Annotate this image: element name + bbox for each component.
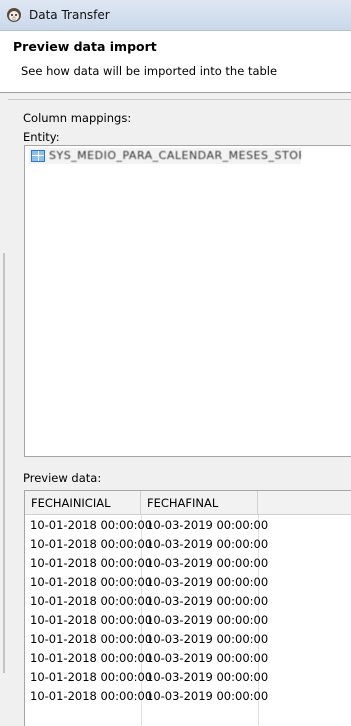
grid-body: 10-01-2018 00:00:00 10-03-2019 00:00:00 1… — [25, 516, 351, 706]
table-row[interactable]: 10-01-2018 00:00:00 10-03-2019 00:00:00 — [25, 516, 351, 535]
entity-label: Entity: — [23, 130, 60, 144]
column-header-fechafinal[interactable]: FECHAFINAL — [141, 491, 258, 515]
window-title: Data Transfer — [29, 8, 110, 22]
table-row[interactable]: 10-01-2018 00:00:00 10-03-2019 00:00:00 — [25, 535, 351, 554]
column-header-empty — [258, 491, 351, 515]
divider — [8, 99, 351, 100]
cell-fechafinal[interactable]: 10-03-2019 00:00:00 — [141, 573, 268, 592]
grid-header: FECHAINICIAL FECHAFINAL — [25, 491, 351, 515]
cell-fechainicial[interactable]: 10-01-2018 00:00:00 — [25, 554, 152, 573]
page-subtitle: See how data will be imported into the t… — [21, 64, 278, 78]
cell-fechainicial[interactable]: 10-01-2018 00:00:00 — [25, 573, 152, 592]
cell-fechafinal[interactable]: 10-03-2019 00:00:00 — [141, 535, 268, 554]
cell-fechafinal[interactable]: 10-03-2019 00:00:00 — [141, 630, 268, 649]
table-icon — [31, 150, 45, 162]
cell-fechafinal[interactable]: 10-03-2019 00:00:00 — [141, 554, 268, 573]
cell-fechafinal[interactable]: 10-03-2019 00:00:00 — [141, 611, 268, 630]
cell-fechafinal[interactable]: 10-03-2019 00:00:00 — [141, 687, 268, 706]
cell-fechafinal[interactable]: 10-03-2019 00:00:00 — [141, 649, 268, 668]
cell-fechainicial[interactable]: 10-01-2018 00:00:00 — [25, 592, 152, 611]
entity-list[interactable]: SYS_MEDIO_PARA_CALENDAR_MESES_STOREO — [24, 145, 351, 457]
cell-fechainicial[interactable]: 10-01-2018 00:00:00 — [25, 649, 152, 668]
table-row[interactable]: 10-01-2018 00:00:00 10-03-2019 00:00:00 — [25, 573, 351, 592]
cell-fechainicial[interactable]: 10-01-2018 00:00:00 — [25, 516, 152, 535]
table-row[interactable]: 10-01-2018 00:00:00 10-03-2019 00:00:00 — [25, 592, 351, 611]
app-icon — [7, 8, 21, 22]
preview-grid[interactable]: FECHAINICIAL FECHAFINAL 10-01-2018 00:00… — [24, 490, 351, 726]
column-header-fechainicial[interactable]: FECHAINICIAL — [25, 491, 141, 515]
table-row[interactable]: 10-01-2018 00:00:00 10-03-2019 00:00:00 — [25, 668, 351, 687]
table-row[interactable]: 10-01-2018 00:00:00 10-03-2019 00:00:00 — [25, 630, 351, 649]
cell-fechainicial[interactable]: 10-01-2018 00:00:00 — [25, 687, 152, 706]
table-row[interactable]: 10-01-2018 00:00:00 10-03-2019 00:00:00 — [25, 611, 351, 630]
table-row[interactable]: 10-01-2018 00:00:00 10-03-2019 00:00:00 — [25, 649, 351, 668]
entity-item[interactable]: SYS_MEDIO_PARA_CALENDAR_MESES_STOREO — [29, 148, 301, 164]
cell-fechainicial[interactable]: 10-01-2018 00:00:00 — [25, 535, 152, 554]
cell-fechainicial[interactable]: 10-01-2018 00:00:00 — [25, 630, 152, 649]
title-bar[interactable]: Data Transfer — [0, 0, 351, 31]
column-mappings-label: Column mappings: — [23, 111, 132, 125]
cell-fechainicial[interactable]: 10-01-2018 00:00:00 — [25, 611, 152, 630]
page-title: Preview data import — [13, 39, 157, 54]
cell-fechafinal[interactable]: 10-03-2019 00:00:00 — [141, 592, 268, 611]
table-row[interactable]: 10-01-2018 00:00:00 10-03-2019 00:00:00 — [25, 687, 351, 706]
cell-fechafinal[interactable]: 10-03-2019 00:00:00 — [141, 668, 268, 687]
cell-fechafinal[interactable]: 10-03-2019 00:00:00 — [141, 516, 268, 535]
preview-data-label: Preview data: — [23, 471, 102, 485]
cell-fechainicial[interactable]: 10-01-2018 00:00:00 — [25, 668, 152, 687]
left-window-edge — [0, 93, 6, 726]
table-row[interactable]: 10-01-2018 00:00:00 10-03-2019 00:00:00 — [25, 554, 351, 573]
wizard-header: Preview data import See how data will be… — [0, 31, 351, 93]
entity-name: SYS_MEDIO_PARA_CALENDAR_MESES_STOREO — [49, 149, 301, 162]
